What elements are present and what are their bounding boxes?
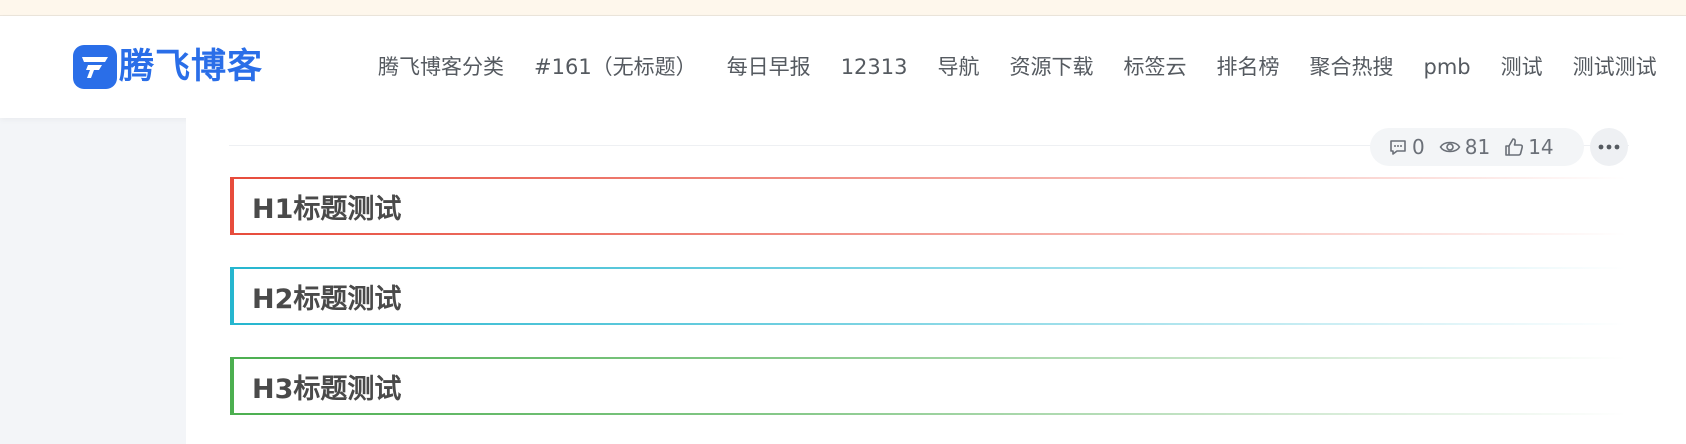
heading-h2: H2标题测试 xyxy=(230,267,1625,325)
nav-item-ranking[interactable]: 排名榜 xyxy=(1217,16,1280,118)
nav-item-12313[interactable]: 12313 xyxy=(841,16,908,118)
more-dots-icon xyxy=(1598,144,1620,150)
thumbs-up-icon xyxy=(1505,138,1524,156)
more-options-button[interactable] xyxy=(1590,128,1628,166)
site-header: 腾飞博客 腾飞博客分类 #161（无标题） 每日早报 12313 导航 资源下载… xyxy=(0,16,1686,118)
comment-count[interactable]: 0 xyxy=(1388,135,1425,159)
view-count: 81 xyxy=(1439,135,1490,159)
nav-item-navigation[interactable]: 导航 xyxy=(938,16,980,118)
nav-item-category[interactable]: 腾飞博客分类 xyxy=(378,16,504,118)
comment-count-value: 0 xyxy=(1412,135,1425,159)
nav-item-test-test[interactable]: 测试测试 xyxy=(1573,16,1657,118)
nav-item-untitled-161[interactable]: #161（无标题） xyxy=(534,16,697,118)
site-logo[interactable]: 腾飞博客 xyxy=(73,44,263,90)
eye-icon xyxy=(1439,141,1461,153)
nav-item-daily-report[interactable]: 每日早报 xyxy=(727,16,811,118)
top-notice-strip xyxy=(0,0,1686,16)
nav-item-tag-cloud[interactable]: 标签云 xyxy=(1124,16,1187,118)
post-content-card: 0 81 14 H1标题测试 H2标题测试 H3标题测试 xyxy=(186,118,1686,444)
post-meta-bar: 0 81 14 xyxy=(1370,128,1584,166)
comment-icon xyxy=(1390,140,1406,155)
heading-h3: H3标题测试 xyxy=(230,357,1625,415)
nav-item-pmb[interactable]: pmb xyxy=(1424,16,1471,118)
like-count-value: 14 xyxy=(1528,135,1554,159)
main-nav: 腾飞博客分类 #161（无标题） 每日早报 12313 导航 资源下载 标签云 … xyxy=(378,16,1686,118)
tf-logo-icon xyxy=(73,45,117,89)
view-count-value: 81 xyxy=(1464,135,1491,159)
like-count[interactable]: 14 xyxy=(1504,135,1554,159)
logo-text: 腾飞博客 xyxy=(119,47,264,87)
nav-item-hot-search[interactable]: 聚合热搜 xyxy=(1310,16,1394,118)
nav-item-downloads[interactable]: 资源下载 xyxy=(1010,16,1094,118)
heading-h1: H1标题测试 xyxy=(230,177,1625,235)
nav-item-test[interactable]: 测试 xyxy=(1501,16,1543,118)
